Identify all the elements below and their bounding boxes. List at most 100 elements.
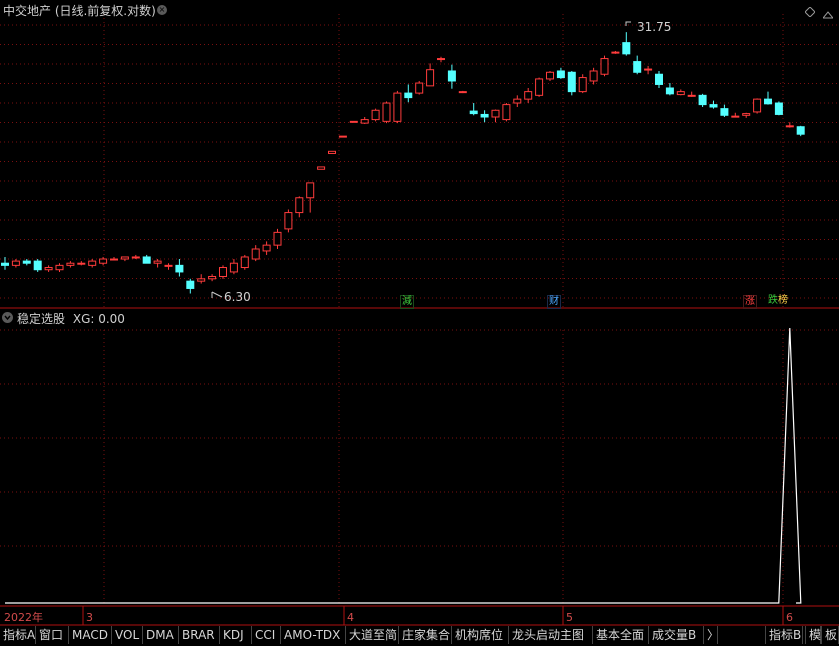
candle-body <box>55 264 64 271</box>
tab-11[interactable]: 机构席位 <box>452 626 509 644</box>
tab-right-0[interactable]: 指标B <box>765 626 803 644</box>
candle-body <box>644 68 653 71</box>
candle-body <box>164 264 173 267</box>
candle-body <box>458 91 467 94</box>
event-tag-fall[interactable]: 跌 <box>767 295 778 307</box>
date-label-march: 3 <box>86 611 93 624</box>
tab-3[interactable]: VOL <box>112 626 143 644</box>
candle-body <box>415 82 424 94</box>
candle-body <box>349 120 358 123</box>
candle-body <box>120 256 129 260</box>
candle-body <box>251 248 260 260</box>
candle-body <box>33 260 42 271</box>
tab-1[interactable]: 窗口 <box>36 626 69 644</box>
candle-layer <box>1 32 805 294</box>
candle-body <box>77 262 86 265</box>
candle-body <box>698 94 707 106</box>
candle-body <box>426 69 435 87</box>
event-tag-finance[interactable]: 财 <box>547 295 561 309</box>
candle-body <box>742 113 751 116</box>
indicator-xg-line <box>5 327 802 604</box>
tab-4[interactable]: DMA <box>143 626 179 644</box>
candle-body <box>535 78 544 96</box>
candle-body <box>709 104 718 108</box>
candle-body <box>11 260 20 266</box>
candle-body <box>513 98 522 104</box>
tab-14[interactable]: 成交量B <box>649 626 704 644</box>
candle-body <box>88 260 97 266</box>
candle-body <box>175 264 184 273</box>
candle-body <box>469 110 478 115</box>
chart-canvas <box>0 14 839 626</box>
candle-body <box>633 61 642 73</box>
candle-body <box>774 102 783 115</box>
candle-body <box>785 125 794 128</box>
candle-body <box>153 260 162 264</box>
close-circle-icon[interactable]: × <box>157 5 167 15</box>
tab-8[interactable]: AMO-TDX <box>281 626 346 644</box>
candle-body <box>611 51 620 54</box>
candle-body <box>524 91 533 100</box>
candle-body <box>208 275 217 280</box>
tab-right-2[interactable]: 板 <box>821 626 839 644</box>
tab-more[interactable]: 〉 <box>704 626 719 644</box>
candle-body <box>338 135 347 138</box>
candle-body <box>360 119 369 124</box>
candle-body <box>197 278 206 282</box>
candle-body <box>687 94 696 97</box>
tab-7[interactable]: CCI <box>252 626 281 644</box>
candle-body <box>480 113 489 118</box>
date-label-year: 2022年 <box>4 611 43 624</box>
candle-body <box>437 58 445 61</box>
candle-body <box>676 91 685 96</box>
candle-body <box>186 280 195 289</box>
candle-body <box>753 98 762 113</box>
event-tag-ranking[interactable]: 榜 <box>778 295 789 307</box>
candle-body <box>556 70 565 79</box>
candle-body <box>99 258 108 264</box>
tab-0[interactable]: 指标A <box>0 626 36 644</box>
candle-body <box>600 58 609 75</box>
candle-body <box>328 150 336 154</box>
tab-13[interactable]: 基本全面 <box>593 626 649 644</box>
candle-body <box>655 73 663 85</box>
candle-body <box>317 166 326 170</box>
candle-body <box>731 115 740 118</box>
tab-12[interactable]: 龙头启动主图 <box>509 626 593 644</box>
candle-body <box>131 256 140 259</box>
collapse-icon[interactable] <box>821 4 835 19</box>
indicator-title: 稳定选股 XG: 0.00 <box>17 310 125 327</box>
candle-body <box>447 70 456 82</box>
indicator-layer <box>5 327 802 604</box>
candle-body <box>720 108 729 116</box>
candle-body <box>142 256 151 264</box>
candle-body <box>622 42 631 55</box>
candle-body <box>240 256 249 269</box>
candle-body <box>578 77 587 93</box>
diamond-icon[interactable] <box>804 2 816 18</box>
event-tag-reduce[interactable]: 減 <box>400 295 414 309</box>
candle-body <box>371 109 380 121</box>
date-label-april: 4 <box>347 611 354 624</box>
candle-body <box>589 70 598 82</box>
tab-right-1[interactable]: 模 <box>805 626 821 644</box>
candle-body <box>229 262 238 273</box>
event-tag-rise[interactable]: 涨 <box>743 295 757 309</box>
candle-body <box>22 260 31 264</box>
candle-body <box>110 258 118 261</box>
high-price-label: 31.75 <box>637 20 672 34</box>
tab-9[interactable]: 大道至简 <box>346 626 399 644</box>
low-price-label: 6.30 <box>224 290 251 304</box>
candle-body <box>404 92 413 99</box>
candle-body <box>284 212 293 230</box>
tab-2[interactable]: MACD <box>69 626 112 644</box>
indicator-name[interactable]: 稳定选股 <box>17 312 65 326</box>
tab-10[interactable]: 庄家集合 <box>399 626 452 644</box>
tab-5[interactable]: BRAR <box>179 626 220 644</box>
candle-body <box>262 244 271 252</box>
candle-body <box>295 197 304 214</box>
candle-body <box>796 126 805 135</box>
candle-body <box>546 71 554 80</box>
tab-6[interactable]: KDJ <box>220 626 252 644</box>
indicator-collapse-icon[interactable] <box>2 312 13 323</box>
